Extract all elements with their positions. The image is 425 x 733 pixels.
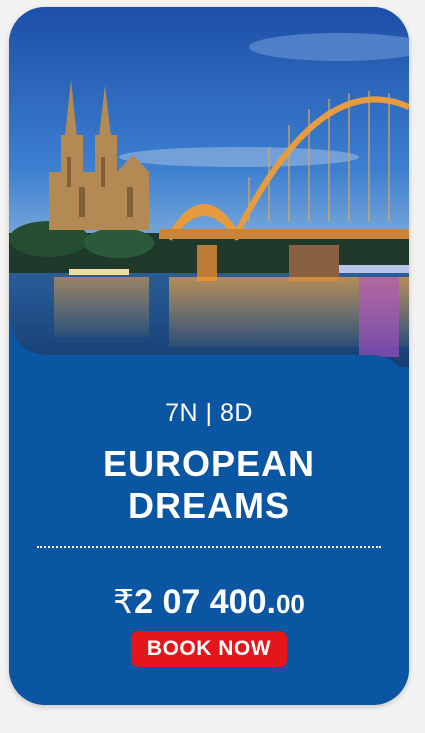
dotted-divider [37,546,381,548]
package-title-line1: EUROPEAN [102,443,316,484]
book-now-button[interactable]: BOOK NOW [131,631,287,667]
price-decimal: 00 [275,589,305,619]
cologne-cathedral-bridge-photo [9,7,409,367]
rupee-currency-symbol: ₹ [113,583,135,620]
package-title: EUROPEAN DREAMS [9,443,409,527]
trip-duration: 7N | 8D [165,399,253,427]
package-price: ₹2 07 400.00 [9,582,409,622]
tour-package-card[interactable]: 7N | 8D EUROPEAN DREAMS ₹2 07 400.00 BOO… [9,7,409,705]
price-amount: 2 07 400. [134,583,276,621]
package-title-line2: DREAMS [127,485,290,526]
